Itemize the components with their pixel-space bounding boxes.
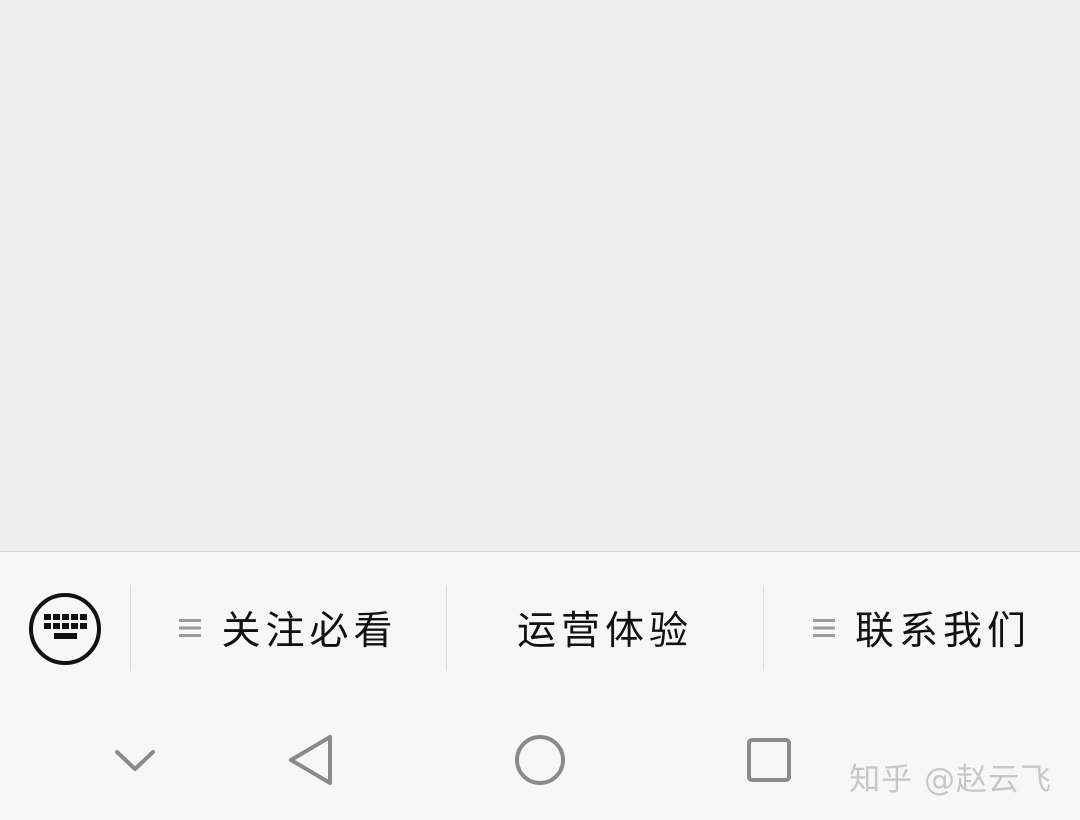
nav-back-button[interactable] — [282, 732, 338, 788]
chevron-down-icon — [115, 750, 155, 771]
menu-item-guanzhu[interactable]: 关注必看 — [131, 585, 446, 671]
back-triangle-icon — [289, 735, 332, 785]
custom-menu-bar: 关注必看 运营体验 联系我们 — [0, 551, 1080, 688]
home-circle-icon — [515, 735, 565, 785]
submenu-lines-icon — [179, 619, 202, 637]
menu-item-label: 关注必看 — [221, 609, 398, 654]
system-navigation-bar: 知乎 @赵云飞 — [0, 688, 1080, 820]
menu-item-yunying[interactable]: 运营体验 — [447, 585, 763, 671]
chat-content-area[interactable] — [0, 0, 1080, 551]
menu-item-lianxi[interactable]: 联系我们 — [764, 585, 1080, 671]
nav-collapse-button[interactable] — [107, 732, 163, 788]
nav-recents-button[interactable] — [741, 732, 797, 788]
menu-item-label: 联系我们 — [854, 609, 1031, 654]
screen: 关注必看 运营体验 联系我们 知乎 @赵云飞 — [0, 0, 1080, 820]
watermark-text: 知乎 @赵云飞 — [849, 762, 1052, 798]
submenu-lines-icon — [812, 619, 835, 637]
keyboard-icon — [29, 593, 101, 665]
nav-home-button[interactable] — [512, 732, 568, 788]
menu-item-label: 运营体验 — [516, 609, 693, 654]
recents-square-icon — [747, 738, 791, 782]
keyboard-toggle-button[interactable] — [28, 592, 102, 666]
